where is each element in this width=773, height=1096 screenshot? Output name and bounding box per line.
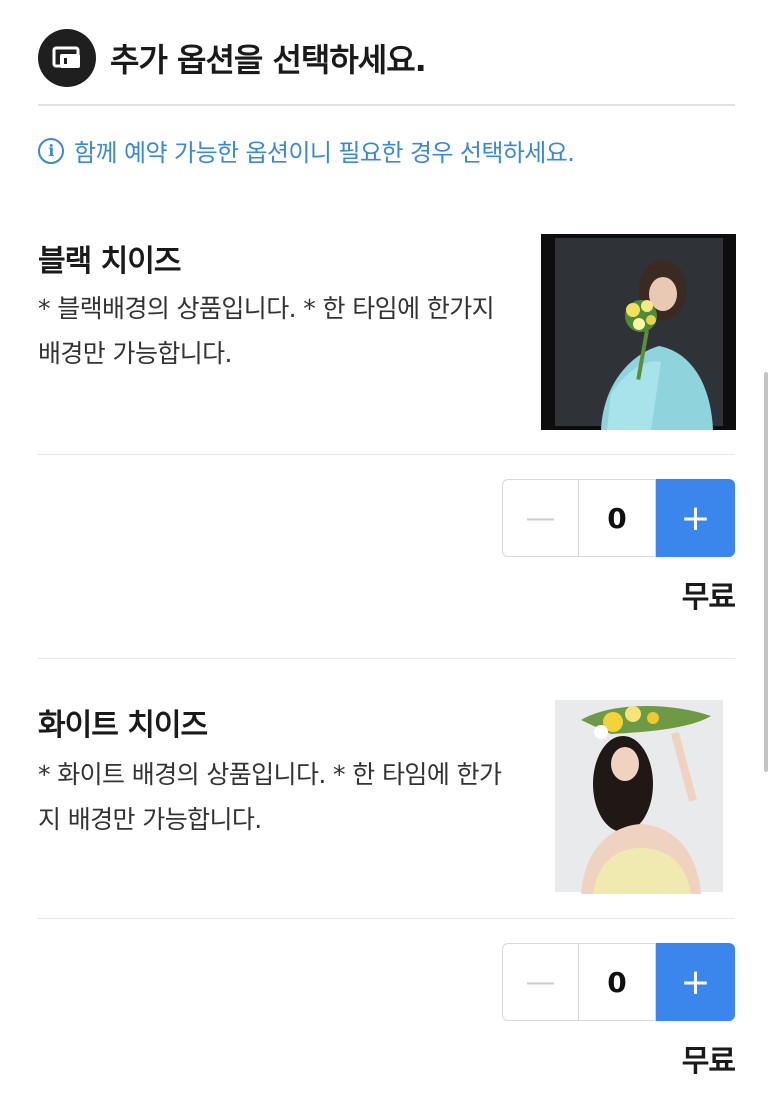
quantity-stepper: — 0 +: [502, 479, 735, 557]
option-description: * 블랙배경의 상품입니다. * 한 타임에 한가지 배경만 가능합니다.: [38, 294, 495, 368]
decrease-button[interactable]: —: [502, 943, 578, 1021]
divider: [38, 104, 735, 106]
increase-button[interactable]: +: [656, 943, 735, 1021]
info-icon: i: [38, 137, 64, 164]
notice: i 함께 예약 가능한 옵션이니 필요한 경우 선택하세요.: [38, 133, 575, 168]
quantity-value: 0: [578, 479, 656, 557]
decrease-button[interactable]: —: [502, 479, 578, 557]
ticket-icon: [38, 29, 96, 87]
page-title: 추가 옵션을 선택하세요.: [110, 41, 427, 79]
option-image: [541, 234, 736, 430]
option-title: 블랙 치이즈: [38, 244, 181, 279]
divider: [38, 918, 735, 919]
notice-text: 함께 예약 가능한 옵션이니 필요한 경우 선택하세요.: [74, 139, 575, 167]
increase-button[interactable]: +: [656, 479, 735, 557]
option-price: 무료: [681, 580, 736, 615]
option-image: [541, 698, 736, 894]
divider: [38, 454, 735, 455]
quantity-stepper: — 0 +: [502, 943, 735, 1021]
divider: [38, 658, 735, 659]
option-price: 무료: [681, 1044, 736, 1079]
section-header: 추가 옵션을 선택하세요.: [38, 26, 735, 90]
scrollbar[interactable]: [764, 372, 768, 772]
option-title: 화이트 치이즈: [38, 708, 208, 743]
quantity-value: 0: [578, 943, 656, 1021]
option-description: * 화이트 배경의 상품입니다. * 한 타임에 한가지 배경만 가능합니다.: [38, 760, 502, 834]
